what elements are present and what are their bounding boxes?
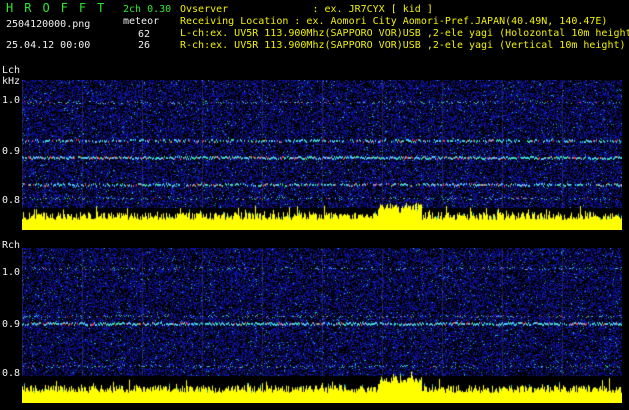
rch-config-line: R-ch:ex. UV5R 113.900Mhz(SAPPORO VOR)USB…: [180, 40, 626, 51]
rch-spectrogram: [22, 248, 622, 403]
lch-freq-tick: 0.8: [2, 195, 21, 206]
rch-freq-tick: 0.8: [2, 368, 21, 379]
version-label: 2ch 0.30: [123, 4, 172, 15]
datetime-label: 25.04.12 00:00: [6, 40, 91, 51]
observer-line: Ovserver : ex. JR7CYX [ kid ]: [180, 4, 433, 15]
lch-spectrogram: [22, 80, 622, 230]
app-logo: HROFFT: [6, 1, 116, 15]
location-line: Receiving Location : ex. Aomori City Aom…: [180, 16, 608, 27]
rch-freq-tick: 0.9: [2, 319, 21, 330]
rch-label: Rch: [2, 240, 21, 251]
filename-label: 2504120000.png: [6, 19, 91, 30]
lch-freq-tick: 1.0: [2, 95, 21, 106]
rch-freq-tick: 1.0: [2, 267, 21, 278]
meteor-count-rch: 26: [138, 40, 151, 51]
lch-config-line: L-ch:ex. UV5R 113.900Mhz(SAPPORO VOR)USB…: [180, 28, 629, 39]
meteor-label: meteor: [123, 16, 160, 27]
lch-unit-label: kHz: [2, 76, 21, 87]
lch-freq-tick: 0.9: [2, 146, 21, 157]
